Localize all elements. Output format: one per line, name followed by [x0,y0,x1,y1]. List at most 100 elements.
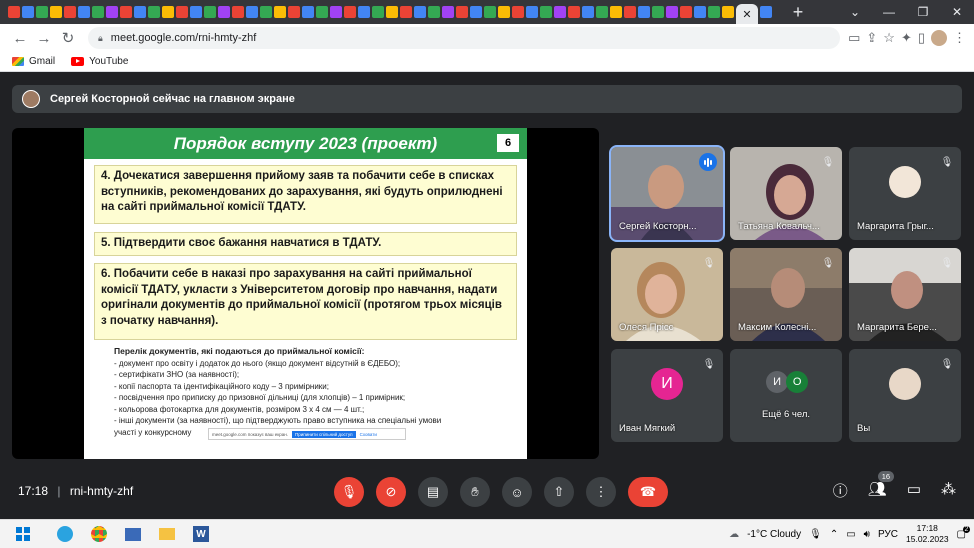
volume-icon[interactable]: 🔊︎ [864,529,870,540]
tab-favicon-icon[interactable] [694,6,706,18]
participant-tile[interactable]: 🎙︎ Татьяна Ковальч... [730,147,842,240]
address-bar[interactable]: 🔒︎ meet.google.com/rni-hmty-zhf [88,27,841,49]
telegram-app[interactable] [54,523,76,545]
computer-app[interactable] [122,523,144,545]
tab-favicon-icon[interactable] [568,6,580,18]
chat-icon[interactable]: ▭ [907,480,921,501]
tab-favicon-icon[interactable] [120,6,132,18]
chrome-app[interactable] [88,523,110,545]
network-icon[interactable]: ▭ [846,529,855,540]
back-button[interactable]: ← [8,26,32,50]
tab-favicon-icon[interactable] [36,6,48,18]
tab-favicon-icon[interactable] [190,6,202,18]
tab-favicon-icon[interactable] [680,6,692,18]
tab-favicon-icon[interactable] [64,6,76,18]
present-button[interactable]: ⇧ [544,477,574,507]
tab-favicon-icon[interactable] [386,6,398,18]
tab-favicon-icon[interactable] [148,6,160,18]
maximize-button[interactable]: ❐ [906,0,940,24]
raise-hand-button[interactable]: ✋︎ [460,477,490,507]
captions-button[interactable]: ▤ [418,477,448,507]
tab-favicon-icon[interactable] [666,6,678,18]
new-tab-button[interactable]: + [786,2,810,23]
word-app[interactable]: W [190,523,212,545]
share-icon[interactable]: ⇪ [866,30,877,46]
tab-favicon-icon[interactable] [708,6,720,18]
bookmark-star-icon[interactable]: ☆ [883,30,895,46]
tab-favicon-icon[interactable] [22,6,34,18]
explorer-app[interactable] [156,523,178,545]
tab-favicon-icon[interactable] [162,6,174,18]
tab-favicon-icon[interactable] [274,6,286,18]
tab-favicon-icon[interactable] [498,6,510,18]
activities-icon[interactable]: ⁂ [941,480,956,501]
participant-tile[interactable]: И 🎙︎ Иван Мягкий [611,349,723,442]
tab-favicon-icon[interactable] [470,6,482,18]
tab-favicon-icon[interactable] [400,6,412,18]
tab-favicon-icon[interactable] [232,6,244,18]
weather-text[interactable]: -1°C Cloudy [747,529,801,540]
tab-close-icon[interactable]: ✕ [742,8,751,21]
presentation-screen[interactable]: Порядок вступу 2023 (проект) 6 4. Дочека… [12,128,599,459]
tab-favicon-icon[interactable] [302,6,314,18]
language-indicator[interactable]: РУС [878,529,898,540]
self-tile[interactable]: 🎙︎ Вы [849,349,961,442]
profile-avatar[interactable] [931,30,947,46]
extensions-icon[interactable]: ✦ [901,30,912,46]
tab-favicon-icon[interactable] [610,6,622,18]
tab-favicon-icon[interactable] [204,6,216,18]
tab-favicon-icon[interactable] [372,6,384,18]
tab-favicon-icon[interactable] [316,6,328,18]
tab-favicon-icon[interactable] [78,6,90,18]
tab-favicon-icon[interactable] [344,6,356,18]
tab-favicon-icon[interactable] [512,6,524,18]
tab-favicon-icon[interactable] [330,6,342,18]
bookmark-gmail[interactable]: Gmail [12,56,55,67]
active-tab[interactable]: ✕ [736,4,758,24]
tab-favicon-icon[interactable] [722,6,734,18]
people-button[interactable]: 👥︎ 16 [868,471,895,501]
tab-favicon-icon[interactable] [582,6,594,18]
tab-favicon-icon[interactable] [50,6,62,18]
tab-favicon-icon[interactable] [414,6,426,18]
minimize-button[interactable]: — [872,0,906,24]
hide-link[interactable]: Сховати [360,432,377,437]
notifications-button[interactable]: ▢ 2 [957,525,971,540]
tab-favicon-icon[interactable] [652,6,664,18]
lock-icon[interactable]: 🔒︎ [98,33,103,44]
mic-icon[interactable]: 🎙︎ [809,529,822,540]
more-options-button[interactable]: ⋮ [586,477,616,507]
tab-favicon-icon[interactable] [134,6,146,18]
tab-favicon-icon[interactable] [288,6,300,18]
participant-tile[interactable]: 🎙︎ Маргарита Грыг... [849,147,961,240]
mic-toggle-button[interactable]: 🎙︎ [334,477,364,507]
forward-button[interactable]: → [32,26,56,50]
camera-icon[interactable]: ▭ [848,30,860,46]
tab-favicon-icon[interactable] [596,6,608,18]
tab-favicon-icon[interactable] [92,6,104,18]
reload-button[interactable]: ↻ [56,26,80,50]
chevron-up-icon[interactable]: ⌃ [830,529,838,540]
tab-favicon-icon[interactable] [638,6,650,18]
tab-favicon-icon[interactable] [760,6,772,18]
tab-favicon-icon[interactable] [246,6,258,18]
tab-favicon-icon[interactable] [554,6,566,18]
camera-toggle-button[interactable]: ⊘ [376,477,406,507]
tab-search-icon[interactable]: ⌄ [838,0,872,24]
side-panel-icon[interactable]: ▯ [918,30,925,46]
tab-favicon-icon[interactable] [428,6,440,18]
tab-favicon-icon[interactable] [442,6,454,18]
bookmark-youtube[interactable]: YouTube [71,56,128,67]
start-button[interactable] [12,523,34,545]
tab-favicon-icon[interactable] [260,6,272,18]
participant-tile[interactable]: 🎙︎ Максим Колесні... [730,248,842,341]
leave-call-button[interactable]: ☎︎ [628,477,668,507]
more-participants-tile[interactable]: И О Ещё 6 чел. [730,349,842,442]
reactions-button[interactable]: ☺ [502,477,532,507]
tab-favicon-icon[interactable] [176,6,188,18]
tab-favicon-icon[interactable] [456,6,468,18]
participant-tile[interactable]: Сергей Косторн... [609,145,725,242]
tab-favicon-icon[interactable] [106,6,118,18]
info-icon[interactable]: ⓘ [833,480,848,501]
tab-favicon-icon[interactable] [540,6,552,18]
